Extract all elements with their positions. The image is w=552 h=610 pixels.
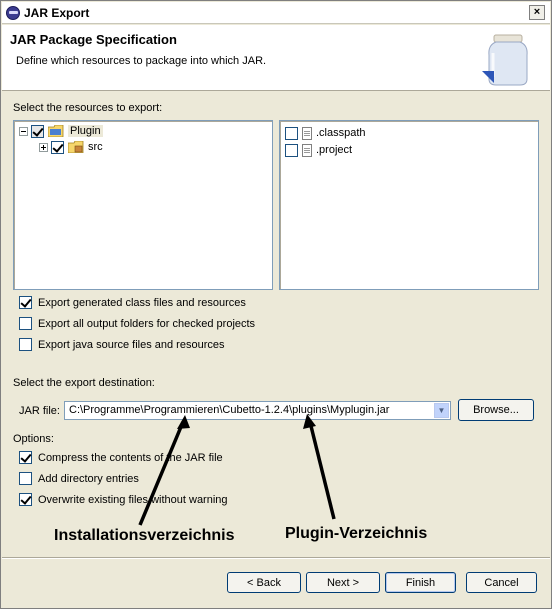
- finish-button[interactable]: Finish: [385, 572, 456, 593]
- arrow-head-icon: [177, 415, 190, 429]
- divider: [2, 557, 550, 559]
- back-button[interactable]: < Back: [227, 572, 301, 593]
- plugin-dir-annotation: Plugin-Verzeichnis: [285, 525, 428, 542]
- cancel-button[interactable]: Cancel: [466, 572, 537, 593]
- jar-export-dialog: JAR Export × JAR Package Specification D…: [0, 0, 552, 609]
- arrow-head-icon: [303, 414, 316, 429]
- next-button[interactable]: Next >: [306, 572, 380, 593]
- annotation-arrows: [138, 414, 336, 526]
- install-dir-annotation: Installationsverzeichnis: [54, 527, 235, 544]
